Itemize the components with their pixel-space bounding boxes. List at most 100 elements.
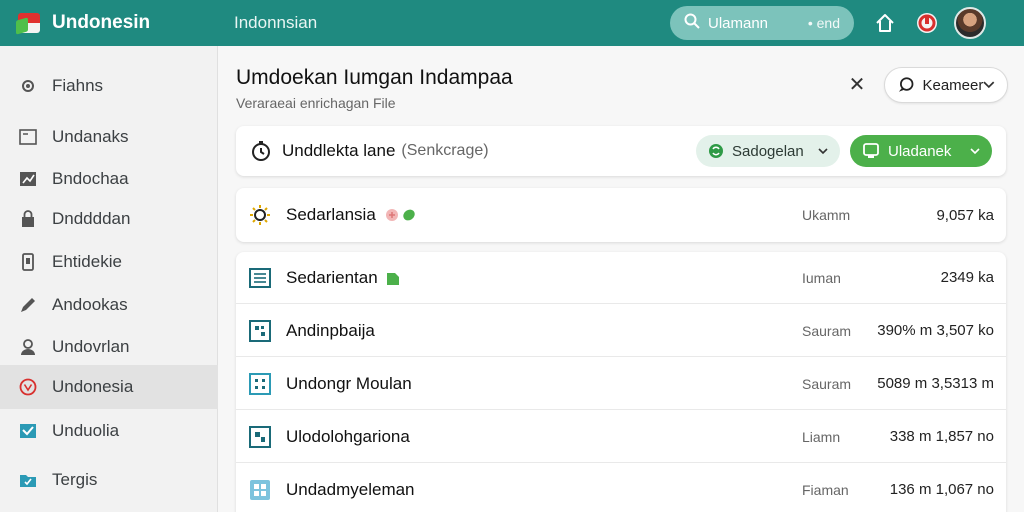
brand-name: Undonesin bbox=[52, 12, 151, 33]
toolbar-name: Unddlekta lane bbox=[282, 141, 396, 160]
table-row[interactable]: Ulodolohgariona Liamn 338 m 1,857 no bbox=[236, 411, 1006, 463]
grid-icon bbox=[248, 478, 272, 502]
gear-icon bbox=[18, 76, 38, 96]
chevron-down-icon bbox=[983, 81, 995, 89]
row-size: 2349 ka bbox=[940, 269, 994, 286]
sort-button[interactable]: Sadogelan bbox=[696, 135, 840, 167]
sidebar-item-label: Dnddddan bbox=[52, 209, 131, 228]
filter-label: Keameer bbox=[922, 76, 984, 94]
sidebar-item-undonesia[interactable]: Undonesia bbox=[0, 365, 218, 409]
row-type: Liamn bbox=[802, 428, 841, 445]
chevron-down-icon bbox=[818, 147, 828, 154]
app-title: Indonnsian bbox=[234, 13, 318, 32]
search-icon bbox=[684, 13, 700, 33]
chart-icon bbox=[18, 169, 38, 189]
row-name: Ulodolohgariona bbox=[286, 426, 410, 446]
table-row[interactable]: Andinpbaija Sauram 390% m 3,507 ko bbox=[236, 305, 1006, 357]
chat-icon bbox=[898, 77, 914, 92]
sidebar-item-label: Fiahns bbox=[52, 76, 104, 95]
sidebar-item-undanaks[interactable]: Undanaks bbox=[0, 115, 218, 159]
sidebar-item-bndochaa[interactable]: Bndochaa bbox=[0, 157, 218, 201]
tag-icons bbox=[384, 207, 418, 223]
search-input[interactable]: Ulamann bbox=[708, 15, 808, 32]
sidebar-item-andookas[interactable]: Andookas bbox=[0, 283, 218, 327]
upload-button[interactable]: Uladanek bbox=[850, 135, 992, 167]
close-icon: ✕ bbox=[848, 74, 866, 96]
row-name: Undadmyeleman bbox=[286, 479, 415, 499]
sidebar-item-label: Undanaks bbox=[52, 127, 129, 146]
sidebar-item-ehtidekie[interactable]: Ehtidekie bbox=[0, 240, 218, 284]
pencil-icon bbox=[18, 295, 38, 315]
folder-icon bbox=[18, 470, 38, 490]
main-content: Umdoekan Iumgan Indampaa Veraraeai enric… bbox=[218, 46, 1024, 512]
filter-dropdown[interactable]: Keameer bbox=[884, 67, 1008, 103]
row-size: 5089 m 3,5313 m bbox=[877, 375, 994, 392]
sidebar: Fiahns Undanaks Bndochaa Dnddddan Ehtide… bbox=[0, 46, 218, 512]
brand-circle-icon bbox=[18, 377, 38, 397]
sidebar-item-label: Unduolia bbox=[52, 421, 120, 440]
row-size: 338 m 1,857 no bbox=[889, 428, 994, 445]
row-size: 136 m 1,067 no bbox=[889, 481, 994, 498]
row-type: Sauram bbox=[802, 322, 852, 339]
phone-icon bbox=[18, 252, 38, 272]
brand-logo-icon bbox=[16, 11, 44, 35]
sort-label: Sadogelan bbox=[732, 142, 804, 160]
window-icon bbox=[18, 127, 38, 147]
sidebar-item-label: Undovrlan bbox=[52, 337, 130, 356]
avatar[interactable] bbox=[954, 7, 986, 39]
timer-icon bbox=[252, 141, 270, 161]
sync-icon bbox=[709, 144, 723, 158]
toolbar-sub: (Senkcrage) bbox=[401, 142, 489, 159]
table-row[interactable]: Sedarientan Iuman 2349 ka bbox=[236, 252, 1006, 304]
search-box[interactable]: Ulamann • end bbox=[670, 6, 854, 40]
sidebar-item-label: Tergis bbox=[52, 470, 98, 489]
row-type: Fiaman bbox=[802, 481, 849, 498]
sidebar-item-fiahns[interactable]: Fiahns bbox=[0, 64, 218, 108]
notification-button[interactable] bbox=[912, 8, 942, 38]
highlight-row[interactable]: Sedarlansia Ukamm 9,057 ka bbox=[236, 189, 1006, 241]
grid-icon bbox=[248, 319, 272, 343]
sidebar-item-label: Ehtidekie bbox=[52, 252, 122, 271]
toolbar-card: Unddlekta lane (Senkcrage) Sadogelan Ula… bbox=[236, 126, 1006, 176]
doc-icon bbox=[386, 270, 400, 286]
row-type: Sauram bbox=[802, 375, 852, 392]
inbox-icon bbox=[18, 421, 38, 441]
grid-icon bbox=[248, 425, 272, 449]
lock-icon bbox=[18, 209, 38, 229]
sidebar-item-label: Undonesia bbox=[52, 377, 134, 396]
row-name: Andinpbaija bbox=[286, 320, 375, 340]
sidebar-item-tergis[interactable]: Tergis bbox=[0, 458, 218, 502]
file-table: Sedarientan Iuman 2349 ka Andinpbaija Sa… bbox=[236, 252, 1006, 512]
highlight-size: 9,057 ka bbox=[936, 206, 994, 224]
user-icon bbox=[18, 337, 38, 357]
page-title: Umdoekan Iumgan Indampaa bbox=[236, 66, 513, 89]
row-type: Iuman bbox=[802, 269, 841, 286]
table-row[interactable]: Undadmyeleman Fiaman 136 m 1,067 no bbox=[236, 464, 1006, 512]
row-name: Sedarientan bbox=[286, 268, 626, 288]
highlight-name: Sedarlansia bbox=[286, 205, 626, 225]
highlight-card[interactable]: Sedarlansia Ukamm 9,057 ka bbox=[236, 188, 1006, 242]
sidebar-item-label: Bndochaa bbox=[52, 169, 129, 188]
table-row[interactable]: Undongr Moulan Sauram 5089 m 3,5313 m bbox=[236, 358, 1006, 410]
row-name: Undongr Moulan bbox=[286, 373, 412, 393]
sidebar-item-unduolia[interactable]: Unduolia bbox=[0, 409, 218, 453]
sun-icon bbox=[248, 203, 272, 227]
upload-label: Uladanek bbox=[888, 142, 952, 160]
grid-icon bbox=[248, 372, 272, 396]
brand[interactable]: Undonesin bbox=[0, 11, 218, 35]
notification-icon bbox=[917, 13, 937, 33]
home-icon bbox=[876, 14, 894, 32]
upload-icon bbox=[863, 143, 879, 158]
sidebar-item-undovrlan[interactable]: Undovrlan bbox=[0, 325, 218, 369]
table-icon bbox=[248, 266, 272, 290]
sidebar-item-dnddddan[interactable]: Dnddddan bbox=[0, 197, 218, 241]
sidebar-item-label: Andookas bbox=[52, 295, 128, 314]
row-size: 390% m 3,507 ko bbox=[877, 322, 994, 339]
home-button[interactable] bbox=[870, 8, 900, 38]
highlight-type: Ukamm bbox=[802, 207, 851, 223]
close-button[interactable]: ✕ bbox=[846, 74, 868, 96]
page-subtitle: Veraraeai enrichagan File bbox=[236, 95, 396, 111]
chevron-down-icon bbox=[970, 147, 980, 154]
top-bar: Undonesin Indonnsian Ulamann • end bbox=[0, 0, 1024, 46]
search-end-label: • end bbox=[807, 15, 840, 31]
